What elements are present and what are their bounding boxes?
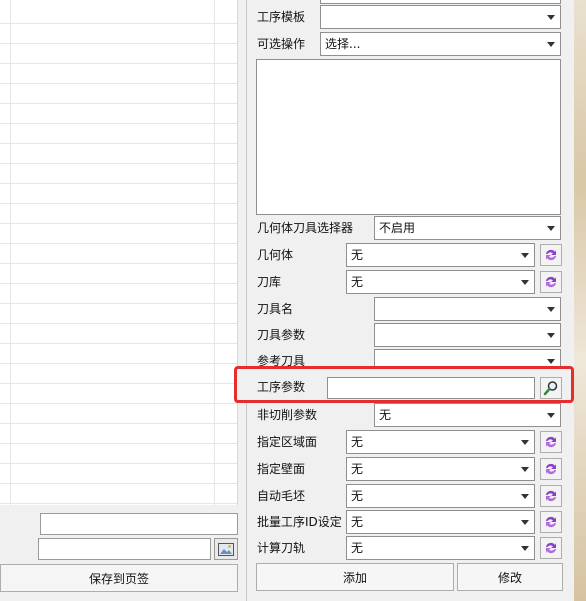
refresh-icon — [546, 249, 556, 261]
table-row[interactable] — [0, 44, 237, 64]
refresh-icon — [546, 490, 556, 502]
refresh-icon — [546, 516, 556, 528]
auto-blank-label: 自动毛坯 — [257, 489, 306, 503]
table-row[interactable] — [0, 324, 237, 344]
table-row[interactable] — [0, 204, 237, 224]
table-row[interactable] — [0, 484, 237, 504]
table-row[interactable] — [0, 384, 237, 404]
table-row[interactable] — [0, 104, 237, 124]
save-to-tab-button[interactable]: 保存到页签 — [0, 564, 238, 592]
wall-face-label: 指定壁面 — [257, 462, 306, 476]
table-row[interactable] — [0, 4, 237, 24]
chevron-down-icon — [547, 413, 555, 418]
table-row[interactable] — [0, 144, 237, 164]
table-row[interactable] — [0, 64, 237, 84]
batch-id-select[interactable]: 无 — [346, 510, 535, 534]
background-window-edge — [574, 0, 586, 601]
optional-ops-select[interactable]: 选择... — [320, 32, 561, 56]
chevron-down-icon — [547, 359, 555, 364]
non-cut-params-label: 非切削参数 — [257, 408, 318, 422]
chevron-down-icon — [547, 226, 555, 231]
chevron-down-icon — [547, 333, 555, 338]
chevron-down-icon — [521, 467, 529, 472]
left-text-field-2[interactable] — [38, 538, 211, 560]
table-row[interactable] — [0, 24, 237, 44]
geometry-select[interactable]: 无 — [346, 243, 535, 267]
table-row[interactable] — [0, 404, 237, 424]
process-template-label: 工序模板 — [257, 10, 306, 24]
table-row[interactable] — [0, 444, 237, 464]
chevron-down-icon — [521, 440, 529, 445]
geom-tool-selector-select[interactable]: 不启用 — [374, 216, 561, 240]
non-cut-params-select[interactable]: 无 — [374, 403, 561, 427]
wall-face-refresh-button[interactable] — [540, 458, 562, 480]
tool-name-label: 刀具名 — [257, 302, 294, 316]
save-to-tab-label: 保存到页签 — [88, 571, 149, 586]
tool-name-select[interactable] — [374, 297, 561, 321]
auto-blank-refresh-button[interactable] — [540, 485, 562, 507]
chevron-down-icon — [547, 42, 555, 47]
refresh-icon — [546, 542, 556, 554]
calc-toolpath-refresh-button[interactable] — [540, 537, 562, 559]
process-template-select[interactable] — [320, 5, 561, 29]
geometry-refresh-button[interactable] — [540, 244, 562, 266]
auto-blank-select[interactable]: 无 — [346, 484, 535, 508]
add-button-label: 添加 — [342, 570, 367, 585]
batch-id-refresh-button[interactable] — [540, 511, 562, 533]
table-row[interactable] — [0, 184, 237, 204]
chevron-down-icon — [547, 15, 555, 20]
chevron-down-icon — [547, 307, 555, 312]
table-row[interactable] — [0, 304, 237, 324]
geom-tool-selector-label: 几何体刀具选择器 — [257, 221, 354, 235]
tool-library-label: 刀库 — [257, 275, 282, 289]
table-row[interactable] — [0, 284, 237, 304]
chevron-down-icon — [521, 546, 529, 551]
calc-toolpath-label: 计算刀轨 — [257, 541, 306, 555]
table-row[interactable] — [0, 244, 237, 264]
tool-params-select[interactable] — [374, 323, 561, 347]
wall-face-select[interactable]: 无 — [346, 457, 535, 481]
chevron-down-icon — [521, 494, 529, 499]
modify-button-label: 修改 — [497, 570, 522, 585]
highlight-box — [234, 366, 574, 403]
tool-library-select[interactable]: 无 — [346, 270, 535, 294]
chevron-down-icon — [521, 280, 529, 285]
operations-textarea[interactable] — [256, 59, 561, 215]
calc-toolpath-select[interactable]: 无 — [346, 536, 535, 560]
region-face-refresh-button[interactable] — [540, 431, 562, 453]
table-row[interactable] — [0, 124, 237, 144]
left-text-field-1[interactable] — [40, 513, 238, 535]
tool-library-refresh-button[interactable] — [540, 271, 562, 293]
table-row[interactable] — [0, 264, 237, 284]
chevron-down-icon — [521, 520, 529, 525]
image-icon — [218, 542, 234, 556]
table-row[interactable] — [0, 364, 237, 384]
table-row[interactable] — [0, 224, 237, 244]
image-button[interactable] — [214, 538, 238, 560]
table-row[interactable] — [0, 164, 237, 184]
table-row[interactable] — [0, 464, 237, 484]
modify-button[interactable]: 修改 — [457, 563, 563, 591]
refresh-icon — [546, 463, 556, 475]
refresh-icon — [546, 436, 556, 448]
batch-id-label: 批量工序ID设定 — [257, 515, 342, 529]
tool-params-label: 刀具参数 — [257, 328, 306, 342]
region-face-select[interactable]: 无 — [346, 430, 535, 454]
table-row[interactable] — [0, 344, 237, 364]
add-button[interactable]: 添加 — [256, 563, 454, 591]
geometry-label: 几何体 — [257, 248, 294, 262]
region-face-label: 指定区域面 — [257, 435, 318, 449]
refresh-icon — [546, 276, 556, 288]
table-row[interactable] — [0, 424, 237, 444]
table-row[interactable] — [0, 84, 237, 104]
top-cut-field[interactable] — [320, 0, 561, 4]
chevron-down-icon — [521, 253, 529, 258]
data-grid — [0, 0, 238, 505]
optional-ops-label: 可选操作 — [257, 37, 306, 51]
operation-panel: 工序模板 可选操作 选择... 几何体刀具选择器 不启用 几何体 无 刀库 无 … — [234, 0, 574, 601]
